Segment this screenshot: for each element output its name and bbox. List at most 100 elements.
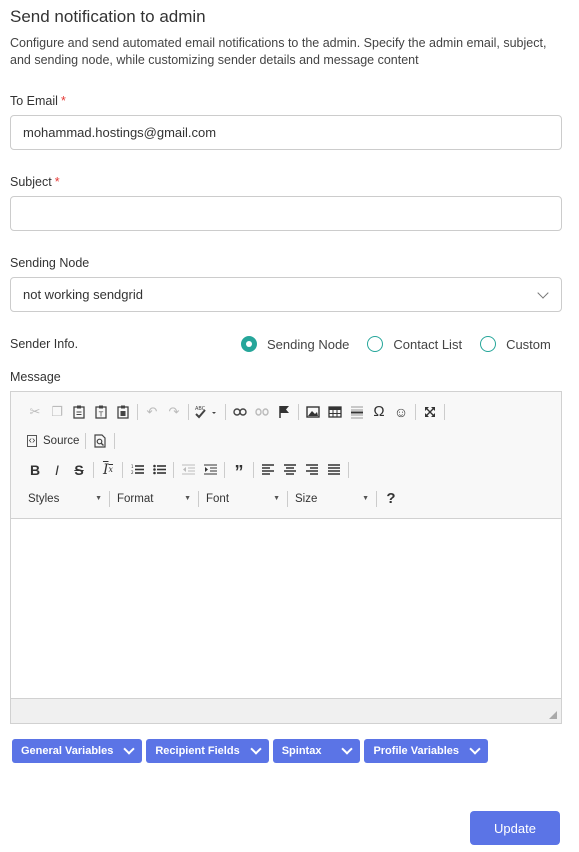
indent-icon[interactable] — [199, 460, 221, 480]
chevron-down-icon — [250, 743, 262, 755]
toolbar-separator — [137, 403, 138, 420]
spellcheck-icon[interactable]: ABC — [192, 402, 222, 422]
update-button[interactable]: Update — [470, 811, 560, 845]
profile-variables-button[interactable]: Profile Variables — [364, 739, 489, 763]
page-description: Configure and send automated email notif… — [10, 36, 547, 67]
dropdown-arrow-icon: ▼ — [95, 495, 102, 502]
font-dropdown[interactable]: Font ▼ — [202, 489, 284, 509]
toolbar-separator — [415, 403, 416, 420]
to-email-field[interactable]: mohammad.hostings@gmail.com — [10, 115, 562, 150]
maximize-icon[interactable] — [419, 402, 441, 422]
chevron-down-icon — [123, 743, 136, 755]
toolbar-separator — [253, 461, 254, 478]
align-right-icon[interactable] — [301, 460, 323, 480]
required-mark: * — [60, 94, 66, 108]
sending-node-select[interactable]: not working sendgrid — [10, 277, 562, 312]
toolbar-row: B I S Ix 12 ” — [24, 455, 555, 484]
chevron-down-icon — [537, 286, 549, 299]
chevron-down-icon — [469, 743, 481, 755]
paste-icon[interactable] — [68, 402, 90, 422]
dropdown-arrow-icon: ▼ — [184, 495, 191, 502]
toolbar-separator — [348, 461, 349, 478]
radio-sending-node[interactable]: Sending Node — [241, 336, 349, 352]
image-icon[interactable] — [302, 402, 324, 422]
radio-unchecked-icon — [367, 336, 384, 352]
toolbar-separator — [173, 461, 174, 478]
link-icon[interactable] — [229, 402, 251, 422]
general-variables-button[interactable]: General Variables — [12, 739, 143, 763]
size-dropdown[interactable]: Size ▼ — [291, 489, 373, 509]
table-icon[interactable] — [324, 402, 346, 422]
radio-contact-list[interactable]: Contact List — [367, 336, 462, 352]
anchor-flag-icon[interactable] — [273, 402, 295, 422]
source-icon: ‹› — [27, 434, 37, 447]
help-icon[interactable]: ? — [380, 489, 402, 509]
redo-icon[interactable]: ↷ — [163, 402, 185, 422]
undo-icon[interactable]: ↶ — [141, 402, 163, 422]
sender-info-radio-group: Sending Node Contact List Custom — [241, 336, 551, 352]
spintax-button[interactable]: Spintax — [272, 739, 361, 763]
page-title: Send notification to admin — [10, 7, 206, 26]
rich-text-editor: ✂ ❐ T ↶ ↷ ABC Ω ☺ ‹› Source B I S I x 1 … — [10, 391, 562, 724]
toolbar-separator — [225, 403, 226, 420]
source-button[interactable]: ‹› Source — [24, 431, 82, 451]
subject-label: Subject * — [10, 175, 60, 189]
message-label: Message — [10, 370, 61, 384]
toolbar-separator — [298, 403, 299, 420]
toolbar-row: ‹› Source — [24, 426, 555, 455]
numbered-list-icon[interactable]: 12 — [126, 460, 148, 480]
remove-format-icon[interactable]: Ix — [97, 460, 119, 480]
outdent-icon[interactable] — [177, 460, 199, 480]
toolbar-row: ✂ ❐ T ↶ ↷ ABC Ω ☺ — [24, 397, 555, 426]
sending-node-label: Sending Node — [10, 256, 90, 270]
radio-unchecked-icon — [480, 336, 497, 352]
subject-field[interactable] — [10, 196, 562, 231]
svg-text:2: 2 — [131, 470, 134, 475]
dropdown-arrow-icon: ▼ — [362, 495, 369, 502]
to-email-label: To Email * — [10, 94, 66, 108]
preview-icon[interactable] — [89, 431, 111, 451]
special-char-icon[interactable]: Ω — [368, 402, 390, 422]
toolbar-separator — [224, 461, 225, 478]
chevron-down-icon — [341, 743, 354, 755]
toolbar-separator — [444, 403, 445, 420]
align-left-icon[interactable] — [257, 460, 279, 480]
blockquote-icon[interactable]: ” — [228, 460, 250, 482]
align-center-icon[interactable] — [279, 460, 301, 480]
sending-node-value: not working sendgrid — [23, 287, 143, 302]
toolbar-separator — [109, 490, 110, 507]
editor-content-area[interactable] — [11, 519, 561, 699]
styles-dropdown[interactable]: Styles ▼ — [24, 489, 106, 509]
svg-text:T: T — [98, 410, 104, 418]
required-mark: * — [54, 175, 60, 189]
editor-status-bar — [11, 699, 561, 723]
variables-button-bar: General Variables Recipient Fields Spint… — [12, 739, 492, 763]
toolbar-separator — [188, 403, 189, 420]
radio-custom[interactable]: Custom — [480, 336, 551, 352]
sender-info-label: Sender Info. — [10, 337, 79, 351]
horizontal-rule-icon[interactable] — [346, 402, 368, 422]
toolbar-separator — [114, 432, 116, 449]
toolbar-row: Styles ▼ Format ▼ Font ▼ Size ▼ ? — [24, 484, 555, 513]
dropdown-arrow-icon: ▼ — [273, 495, 280, 502]
format-dropdown[interactable]: Format ▼ — [113, 489, 195, 509]
editor-toolbar: ✂ ❐ T ↶ ↷ ABC Ω ☺ ‹› Source B I S I x 1 … — [11, 392, 561, 519]
strikethrough-icon[interactable]: S — [68, 460, 90, 480]
recipient-fields-button[interactable]: Recipient Fields — [146, 739, 269, 763]
bold-icon[interactable]: B — [24, 460, 46, 480]
resize-handle-icon[interactable] — [549, 711, 557, 719]
cut-icon[interactable]: ✂ — [24, 402, 46, 422]
copy-icon[interactable]: ❐ — [46, 402, 68, 422]
italic-icon[interactable]: I — [46, 460, 68, 480]
align-justify-icon[interactable] — [323, 460, 345, 480]
toolbar-separator — [93, 461, 94, 478]
unlink-icon[interactable] — [251, 402, 273, 422]
to-email-value: mohammad.hostings@gmail.com — [23, 125, 217, 140]
radio-checked-icon — [241, 336, 257, 352]
toolbar-separator — [85, 432, 87, 449]
bulleted-list-icon[interactable] — [148, 460, 170, 480]
toolbar-separator — [287, 490, 288, 507]
smiley-icon[interactable]: ☺ — [390, 402, 412, 422]
paste-text-icon[interactable]: T — [90, 402, 112, 422]
paste-word-icon[interactable] — [112, 402, 134, 422]
